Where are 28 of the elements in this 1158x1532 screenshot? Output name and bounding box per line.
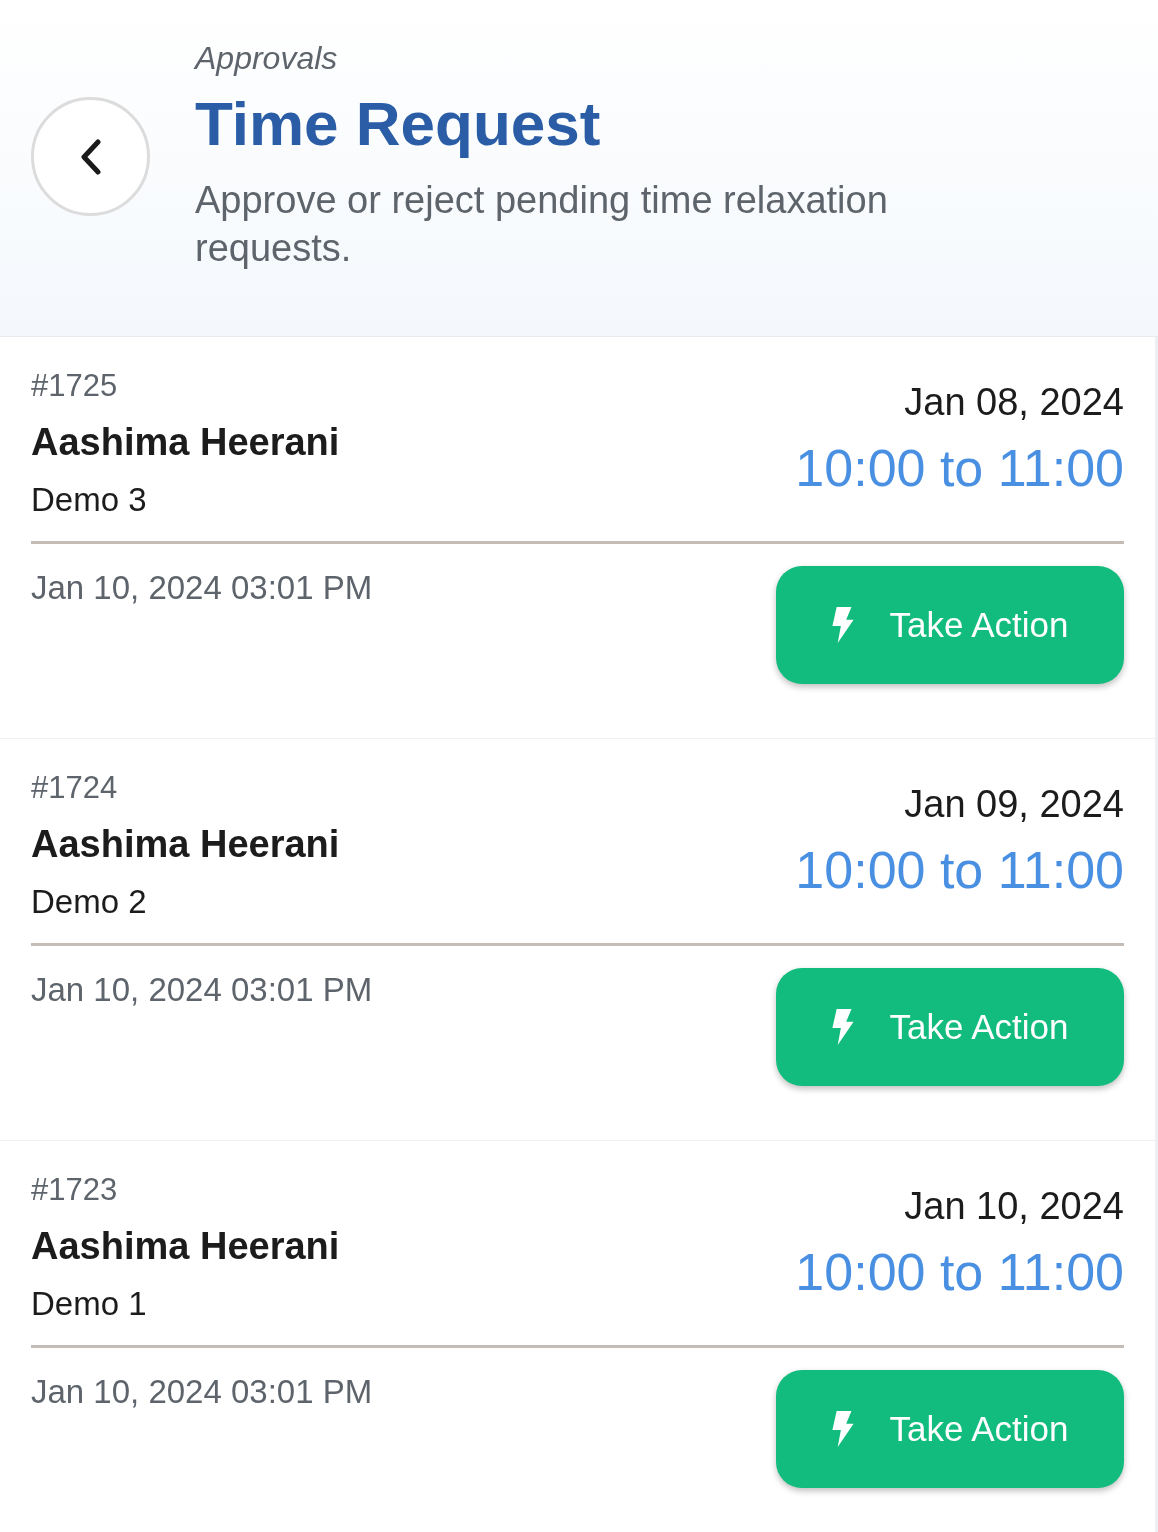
request-date: Jan 09, 2024 [904, 782, 1124, 827]
requester-name: Aashima Heerani [31, 420, 340, 465]
lightning-bolt-icon [831, 607, 854, 643]
lightning-bolt-icon [831, 1009, 854, 1045]
time-range: 10:00 to 11:00 [795, 438, 1124, 499]
requester-name: Aashima Heerani [31, 1224, 340, 1269]
submitted-timestamp: Jan 10, 2024 03:01 PM [31, 568, 373, 608]
request-date: Jan 08, 2024 [904, 380, 1124, 425]
take-action-button[interactable]: Take Action [776, 968, 1124, 1086]
request-label: Demo 2 [31, 882, 147, 922]
request-label: Demo 3 [31, 480, 147, 520]
requester-name: Aashima Heerani [31, 822, 340, 867]
request-id: #1725 [31, 367, 118, 405]
submitted-timestamp: Jan 10, 2024 03:01 PM [31, 1372, 373, 1412]
lightning-bolt-icon [831, 1411, 854, 1447]
page-title: Time Request [195, 88, 601, 160]
request-id: #1724 [31, 769, 118, 807]
request-id: #1723 [31, 1171, 118, 1209]
page-subtitle: Approve or reject pending time relaxation requests. [195, 178, 889, 271]
time-range: 10:00 to 11:00 [795, 840, 1124, 901]
submitted-timestamp: Jan 10, 2024 03:01 PM [31, 970, 373, 1010]
request-date: Jan 10, 2024 [904, 1184, 1124, 1229]
back-chevron-icon [79, 138, 102, 175]
time-range: 10:00 to 11:00 [795, 1242, 1124, 1303]
request-label: Demo 1 [31, 1284, 147, 1324]
take-action-button[interactable]: Take Action [776, 1370, 1124, 1488]
take-action-button[interactable]: Take Action [776, 566, 1124, 684]
breadcrumb: Approvals [195, 39, 338, 78]
